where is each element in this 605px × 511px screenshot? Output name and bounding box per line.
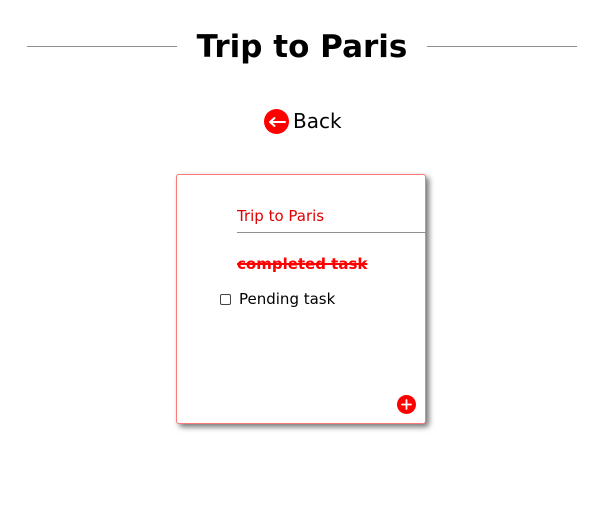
arrow-left-icon <box>264 109 289 134</box>
pending-task-checkbox[interactable] <box>220 293 231 305</box>
back-button[interactable]: Back <box>264 108 342 135</box>
completed-task-label: completed task <box>237 255 368 273</box>
add-task-button[interactable] <box>397 395 416 414</box>
plus-icon <box>401 395 412 414</box>
note-card: completed task Pending task <box>176 174 427 424</box>
page-title: Trip to Paris <box>196 29 408 65</box>
pending-task-label: Pending task <box>239 290 336 308</box>
header-left-divider <box>27 46 177 47</box>
pending-task-row[interactable]: Pending task <box>220 289 335 309</box>
trip-page: Trip to Paris Back completed task Pendin… <box>0 0 605 511</box>
page-header: Trip to Paris <box>0 23 605 71</box>
header-right-divider <box>427 46 577 47</box>
note-title-input[interactable] <box>237 200 427 233</box>
back-label: Back <box>293 109 342 133</box>
